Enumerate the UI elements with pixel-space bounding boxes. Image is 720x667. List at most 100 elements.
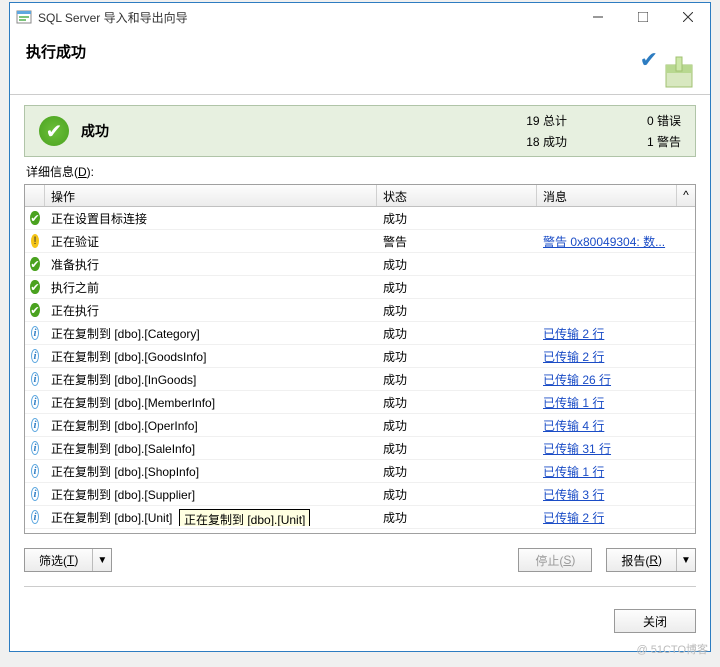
warning-count: 1 (647, 135, 654, 149)
info-icon: i (31, 510, 39, 524)
cto-watermark: @ 51CTO博客 (637, 641, 708, 657)
minimize-button[interactable] (575, 3, 620, 31)
table-row[interactable]: !正在验证警告警告 0x80049304: 数... (25, 230, 695, 253)
message-link[interactable]: 已传输 3 行 (543, 488, 604, 502)
cell-operation: 正在复制到 [dbo].[InGoods] (45, 371, 377, 388)
message-link[interactable]: 已传输 2 行 (543, 350, 604, 364)
cell-operation: 正在复制到 [dbo].[OperInfo] (45, 417, 377, 434)
cell-message[interactable]: 已传输 4 行 (537, 417, 695, 434)
col-message[interactable]: 消息 (537, 185, 677, 206)
chevron-down-icon[interactable]: ▼ (93, 555, 111, 566)
cell-status: 成功 (377, 348, 537, 365)
cell-message[interactable]: 已传输 1 行 (537, 463, 695, 480)
col-icon[interactable] (25, 185, 45, 206)
detail-table: 操作 状态 消息 ^ ✔正在设置目标连接成功!正在验证警告警告 0x800493… (24, 184, 696, 534)
table-row[interactable]: i 正在复制到 [dbo].[InGoods]成功已传输 26 行 (25, 368, 695, 391)
cell-operation: 正在验证 (45, 233, 377, 250)
table-row[interactable]: i执行之后成功 (25, 529, 695, 533)
cell-status: 成功 (377, 325, 537, 342)
table-row[interactable]: ✔ 正在执行成功 (25, 299, 695, 322)
table-row[interactable]: i正在复制到 [dbo].[Category]成功已传输 2 行 (25, 322, 695, 345)
table-row[interactable]: i正在复制到 [dbo].[OperInfo]成功已传输 4 行 (25, 414, 695, 437)
cell-operation: 执行之后 (45, 532, 377, 534)
cell-operation: 执行之前 (45, 279, 377, 296)
success-icon: ✔ (39, 116, 69, 146)
chevron-down-icon[interactable]: ▼ (677, 555, 695, 566)
status-label: 成功 (81, 121, 526, 141)
table-row[interactable]: ✔正在设置目标连接成功 (25, 207, 695, 230)
message-link[interactable]: 已传输 31 行 (543, 442, 611, 456)
ok-icon: ✔ (30, 303, 39, 317)
cell-status: 成功 (377, 210, 537, 227)
tooltip: 正在复制到 [dbo].[Unit] (179, 509, 310, 526)
total-count: 19 (526, 114, 539, 128)
table-row[interactable]: i正在复制到 [dbo].[GoodsInfo]成功已传输 2 行 (25, 345, 695, 368)
message-link[interactable]: 已传输 4 行 (543, 419, 604, 433)
info-icon: i (31, 372, 39, 386)
cell-status: 成功 (377, 486, 537, 503)
cell-message[interactable]: 警告 0x80049304: 数... (537, 233, 695, 250)
table-row[interactable]: i 正在复制到 [dbo].[Unit]正在复制到 [dbo].[Unit]成功已… (25, 506, 695, 529)
cell-status: 成功 (377, 302, 537, 319)
cell-operation: 准备执行 (45, 256, 377, 273)
message-link[interactable]: 已传输 2 行 (543, 511, 604, 525)
message-link[interactable]: 警告 0x80049304: 数... (543, 235, 665, 249)
error-count: 0 (647, 114, 654, 128)
close-dialog-button[interactable]: 关闭 (614, 609, 696, 633)
cell-message[interactable]: 已传输 3 行 (537, 486, 695, 503)
page-title: 执行成功 (26, 41, 694, 62)
cell-status: 成功 (377, 371, 537, 388)
info-icon: i (31, 441, 39, 455)
message-link[interactable]: 已传输 1 行 (543, 396, 604, 410)
titlebar[interactable]: SQL Server 导入和导出向导 (10, 3, 710, 31)
cell-message[interactable]: 已传输 2 行 (537, 325, 695, 342)
table-body[interactable]: ✔正在设置目标连接成功!正在验证警告警告 0x80049304: 数... ✔ 准备… (25, 207, 695, 533)
cell-status: 成功 (377, 417, 537, 434)
message-link[interactable]: 已传输 26 行 (543, 373, 611, 387)
cell-message[interactable]: 已传输 31 行 (537, 440, 695, 457)
cell-message[interactable]: 已传输 1 行 (537, 394, 695, 411)
scroll-up-icon[interactable]: ^ (677, 185, 695, 206)
cell-message[interactable]: 已传输 2 行 (537, 509, 695, 526)
message-link[interactable]: 已传输 1 行 (543, 465, 604, 479)
info-icon: i (31, 464, 39, 478)
filter-button[interactable]: 筛选(T) ▼ (24, 548, 112, 572)
report-button[interactable]: 报告(R) ▼ (606, 548, 696, 572)
cell-operation: 正在执行 (45, 302, 377, 319)
table-row[interactable]: ✔ 准备执行成功 (25, 253, 695, 276)
table-row[interactable]: i正在复制到 [dbo].[SaleInfo]成功已传输 31 行 (25, 437, 695, 460)
header: 执行成功 ✔ (10, 31, 710, 95)
cell-status: 成功 (377, 463, 537, 480)
ok-icon: ✔ (30, 280, 39, 294)
cell-message[interactable]: 已传输 2 行 (537, 348, 695, 365)
total-label: 总计 (543, 114, 567, 128)
info-icon: i (31, 349, 39, 363)
cell-operation: 正在复制到 [dbo].[Unit]正在复制到 [dbo].[Unit] (45, 509, 377, 526)
warning-label: 警告 (657, 135, 681, 149)
close-button[interactable] (665, 3, 710, 31)
cell-status: 成功 (377, 256, 537, 273)
cell-operation: 正在复制到 [dbo].[Supplier] (45, 486, 377, 503)
error-label: 错误 (657, 114, 681, 128)
cell-operation: 正在复制到 [dbo].[SaleInfo] (45, 440, 377, 457)
maximize-button[interactable] (620, 3, 665, 31)
message-link[interactable]: 已传输 2 行 (543, 327, 604, 341)
app-icon (16, 9, 32, 25)
table-row[interactable]: ✔执行之前成功 (25, 276, 695, 299)
cell-status: 警告 (377, 233, 537, 250)
table-row[interactable]: i 正在复制到 [dbo].[ShopInfo]成功已传输 1 行 (25, 460, 695, 483)
cell-message[interactable]: 已传输 26 行 (537, 371, 695, 388)
col-status[interactable]: 状态 (377, 185, 537, 206)
cell-operation: 正在复制到 [dbo].[ShopInfo] (45, 463, 377, 480)
stop-button: 停止(S) (518, 548, 592, 572)
cell-status: 成功 (377, 532, 537, 534)
col-operation[interactable]: 操作 (45, 185, 377, 206)
status-summary: ✔ 成功 19 总计 18 成功 0 错误 1 警告 (24, 105, 696, 157)
ok-icon: ✔ (30, 257, 39, 271)
table-row[interactable]: i正在复制到 [dbo].[MemberInfo]成功已传输 1 行 (25, 391, 695, 414)
info-icon: i (31, 326, 39, 340)
wizard-window: SQL Server 导入和导出向导 执行成功 ✔ ✔ 成功 19 总计 18 … (9, 2, 711, 652)
cell-status: 成功 (377, 509, 537, 526)
success-label: 成功 (543, 135, 567, 149)
table-row[interactable]: i正在复制到 [dbo].[Supplier]成功已传输 3 行 (25, 483, 695, 506)
